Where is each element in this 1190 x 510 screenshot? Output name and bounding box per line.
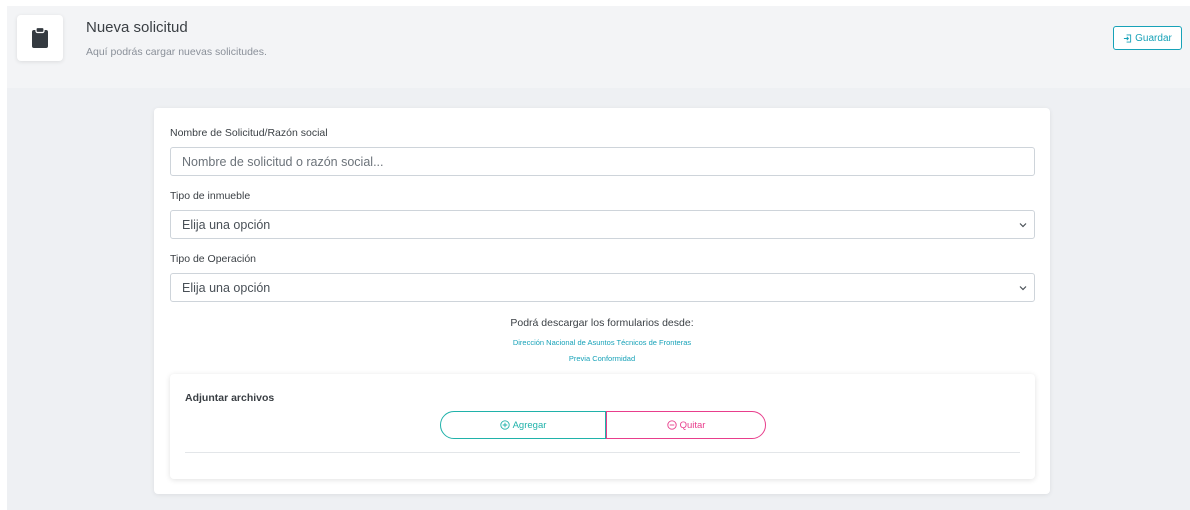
download-link-previa-conformidad[interactable]: Previa Conformidad (154, 354, 1050, 363)
chevron-down-icon (1019, 286, 1027, 291)
app-frame: Nueva solicitud Aquí podrás cargar nueva… (7, 6, 1190, 510)
attachments-button-group: Agregar Quitar (440, 411, 766, 439)
page-title: Nueva solicitud (86, 19, 188, 36)
property-type-label: Tipo de inmueble (170, 190, 251, 202)
operation-type-select[interactable]: Elija una opción (170, 273, 1035, 302)
page-subtitle: Aquí podrás cargar nuevas solicitudes. (86, 46, 267, 58)
plus-circle-icon (499, 420, 510, 430)
attachments-divider (185, 452, 1020, 453)
operation-type-value: Elija una opción (182, 280, 271, 295)
remove-file-button[interactable]: Quitar (606, 411, 766, 439)
name-label: Nombre de Solicitud/Razón social (170, 127, 328, 139)
download-info: Podrá descargar los formularios desde: (510, 317, 694, 329)
property-type-select[interactable]: Elija una opción (170, 210, 1035, 239)
add-file-button[interactable]: Agregar (440, 411, 606, 439)
request-form-card: Nombre de Solicitud/Razón social Nombre … (154, 108, 1050, 494)
property-type-value: Elija una opción (182, 217, 271, 232)
operation-type-label: Tipo de Operación (170, 253, 256, 265)
chevron-down-icon (1019, 223, 1027, 228)
page-header: Nueva solicitud Aquí podrás cargar nueva… (7, 6, 1190, 88)
name-input[interactable]: Nombre de solicitud o razón social... (170, 147, 1035, 176)
save-button[interactable]: Guardar (1113, 26, 1182, 50)
attachments-title: Adjuntar archivos (185, 392, 275, 404)
minus-circle-icon (666, 420, 677, 430)
clipboard-icon (32, 27, 48, 48)
remove-file-label: Quitar (679, 419, 706, 431)
download-link-fronteras[interactable]: Dirección Nacional de Asuntos Técnicos d… (154, 338, 1050, 347)
save-button-label: Guardar (1135, 32, 1172, 44)
sign-in-icon (1124, 33, 1132, 43)
add-file-label: Agregar (512, 419, 547, 431)
attachments-card: Adjuntar archivos Agregar Quitar (170, 374, 1035, 479)
header-icon-box (17, 15, 63, 61)
